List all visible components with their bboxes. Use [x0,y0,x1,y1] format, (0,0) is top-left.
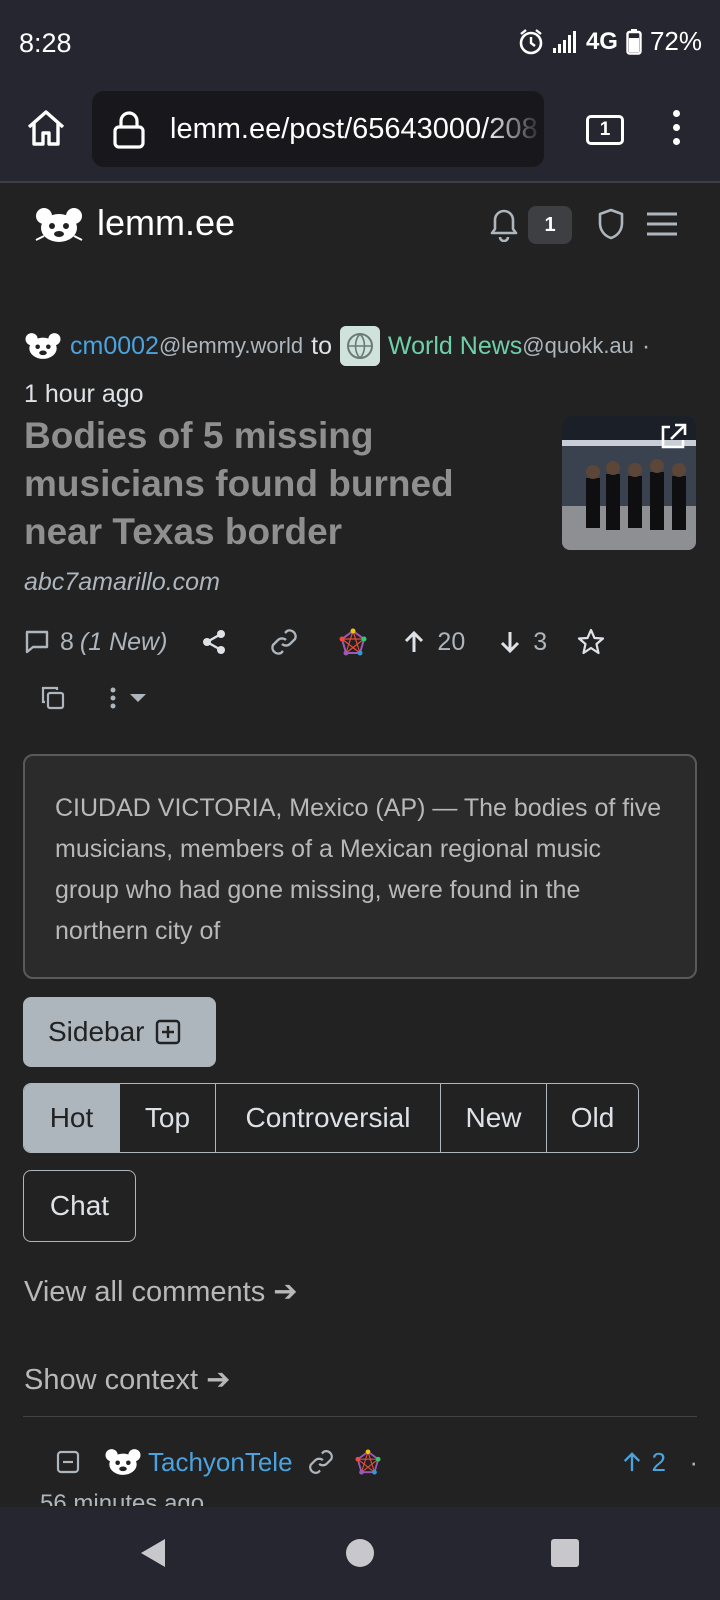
post-actions: 8 (1 New) 20 3 [24,622,605,662]
commenter-avatar-icon[interactable] [104,1447,142,1477]
post-body: CIUDAD VICTORIA, Mexico (AP) — The bodie… [23,754,697,979]
community-instance[interactable]: @quokk.au [522,333,634,359]
home-icon[interactable] [24,106,68,150]
site-name[interactable]: lemm.ee [97,202,235,244]
post-author-link[interactable]: cm0002 [70,332,159,361]
upvote-button[interactable]: 20 [403,628,465,657]
post-domain[interactable]: abc7amarillo.com [24,568,220,597]
alarm-icon [519,28,543,54]
external-link-icon[interactable] [658,422,688,452]
comment-fediverse-icon[interactable] [355,1449,381,1475]
share-icon[interactable] [201,629,227,655]
comment-sort-group: Hot Top Controversial New Old [23,1083,639,1153]
divider [23,1416,697,1417]
sort-new[interactable]: New [441,1084,547,1152]
hamburger-menu-icon[interactable] [645,211,679,237]
bell-icon[interactable] [490,208,518,242]
lock-icon [113,111,145,149]
comments-new: (1 New) [79,627,168,656]
lemmy-logo-icon[interactable] [34,206,84,244]
community-link[interactable]: World News [388,332,522,361]
sidebar-toggle-button[interactable]: Sidebar [23,997,216,1067]
comment-icon [25,630,49,654]
to-word: to [311,331,332,360]
show-context-link[interactable]: Show context ➔ [24,1362,230,1397]
sidebar-button-label: Sidebar [48,1016,145,1047]
home-button[interactable] [346,1539,374,1567]
downvote-count: 3 [533,627,548,656]
comment-separator: · [689,1446,698,1477]
fediverse-icon[interactable] [339,628,367,656]
url-text: lemm.ee/post/65643000/208 [170,113,538,145]
sort-hot[interactable]: Hot [24,1084,120,1152]
collapse-comment-icon[interactable] [56,1450,80,1474]
comment-arrow-up-icon [623,1452,640,1472]
sort-chat[interactable]: Chat [23,1170,136,1242]
status-time: 8:28 [19,28,72,58]
arrow-down-icon [501,632,520,654]
arrow-up-icon [405,630,424,652]
url-fade [484,91,544,167]
status-icons: 4G 72% [518,26,702,57]
star-icon[interactable] [577,628,605,656]
network-type: 4G [585,27,618,55]
battery-icon [626,28,642,55]
comments-button[interactable]: 8 (1 New) [24,628,167,657]
upvote-count: 20 [437,627,466,656]
site-navbar: lemm.ee 1 [0,184,720,264]
status-bar: 8:28 4G 72% [0,0,720,88]
signal-icon [552,30,576,53]
post-meta: cm0002 @lemmy.world to World News @quokk… [24,326,704,409]
comment-score-button[interactable]: 2 [622,1447,666,1478]
copy-icon[interactable] [40,685,66,711]
back-icon[interactable] [138,1537,168,1569]
sort-top[interactable]: Top [120,1084,216,1152]
post-time: 1 hour ago [24,380,144,408]
comment-link-icon[interactable] [307,1448,335,1476]
shield-icon[interactable] [597,208,625,240]
more-options-icon[interactable] [106,685,152,711]
sort-old[interactable]: Old [547,1084,638,1152]
link-icon[interactable] [269,627,299,657]
comment-time: 56 minutes ago [40,1490,205,1506]
community-icon[interactable] [339,326,380,366]
recent-apps-button[interactable] [551,1539,579,1567]
android-navigation-bar [0,1507,720,1600]
post-actions-secondary [40,685,152,711]
post-thumbnail[interactable] [562,416,696,550]
comment-score: 2 [651,1446,666,1477]
view-all-comments-link[interactable]: View all comments ➔ [24,1274,298,1309]
plus-square-icon [155,1019,180,1045]
post-title[interactable]: Bodies of 5 missing musicians found burn… [24,412,514,556]
browser-toolbar: lemm.ee/post/65643000/208 1 [0,88,720,183]
downvote-button[interactable]: 3 [499,628,547,657]
browser-menu-icon[interactable] [671,110,681,150]
notification-count-badge[interactable]: 1 [528,206,572,244]
comments-count: 8 [60,627,74,656]
tab-switcher-button[interactable]: 1 [586,115,624,145]
user-avatar-icon[interactable] [24,331,62,361]
battery-level: 72% [649,26,702,56]
address-bar[interactable]: lemm.ee/post/65643000/208 [92,91,544,167]
post-author-instance[interactable]: @lemmy.world [159,333,303,359]
meta-separator: · [641,331,651,360]
comment-header: TachyonTele 2 · [24,1442,698,1482]
comment-author-link[interactable]: TachyonTele [148,1447,293,1478]
sort-controversial[interactable]: Controversial [216,1084,441,1152]
